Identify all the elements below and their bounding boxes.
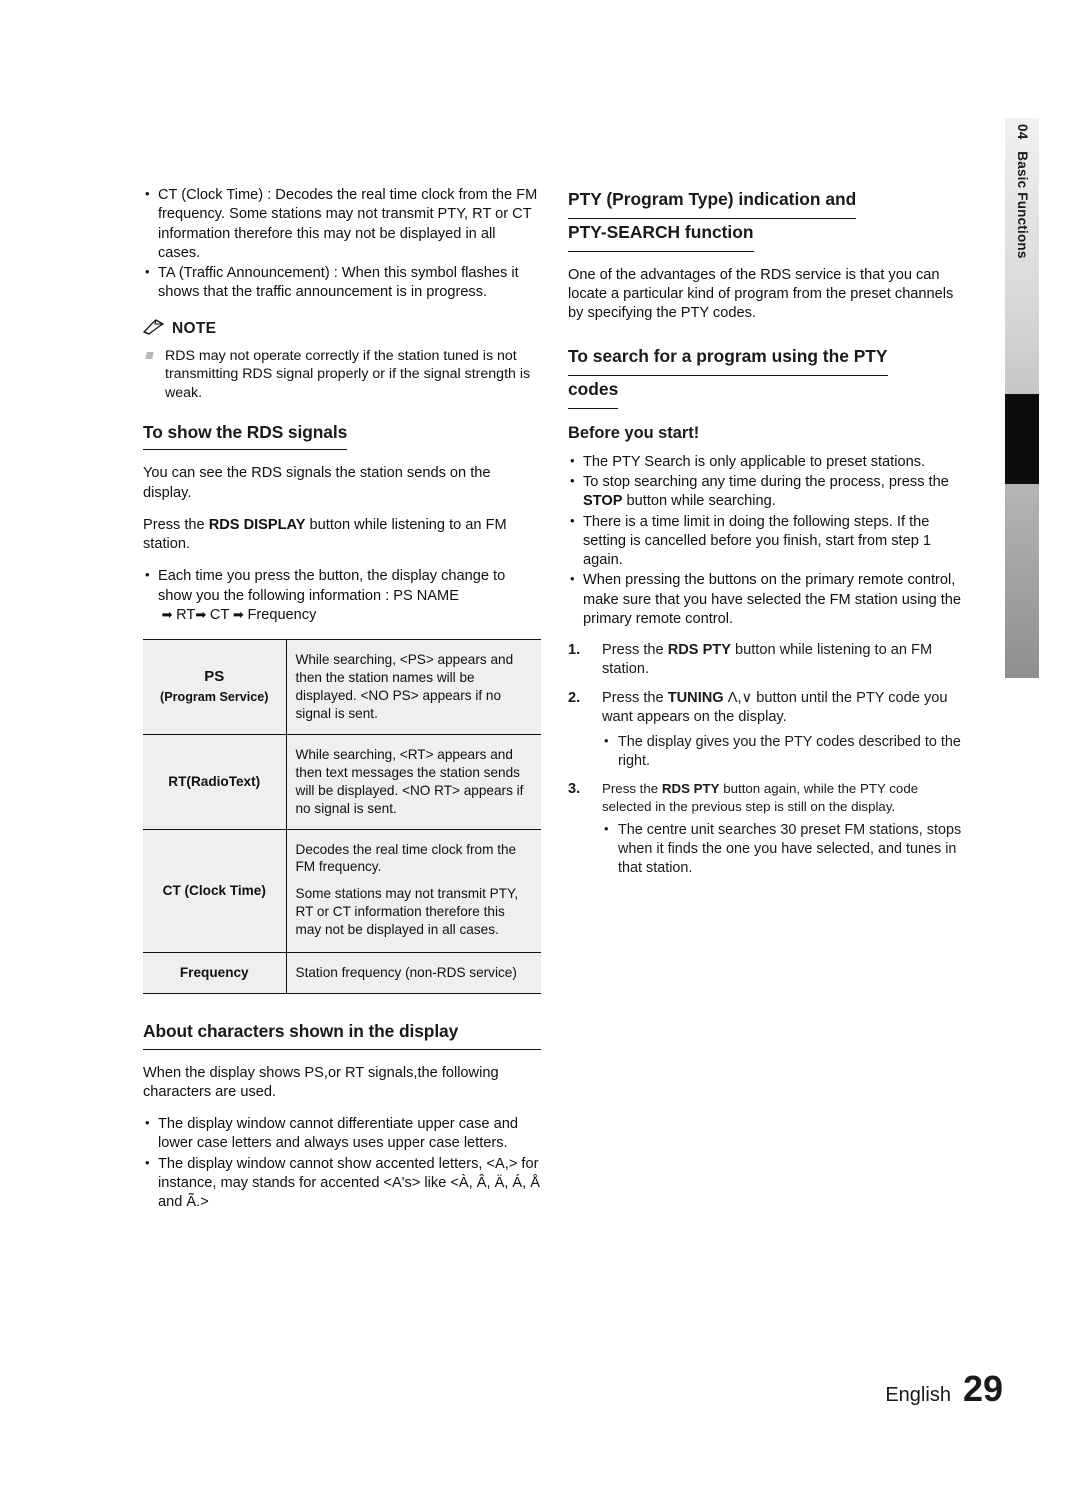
chapter-side-tab-marker [1005,394,1039,484]
text-pre: Press the [602,642,668,659]
table-cell-description: Station frequency (non-RDS service) [286,952,541,995]
list-item: When pressing the buttons on the primary… [568,570,966,629]
page-footer: English 29 [885,1365,1003,1413]
list-item: CT (Clock Time) : Decodes the real time … [143,185,541,263]
intro-bullet-list: CT (Clock Time) : Decodes the real time … [143,185,541,303]
arrow-icon: ➡ [195,606,210,622]
heading-before-you-start: Before you start! [568,424,700,443]
paragraph-rds-signals: You can see the RDS signals the station … [143,465,491,501]
list-item: The PTY Search is only applicable to pre… [568,452,966,472]
text-pre: Press the [602,781,662,797]
list-item: The display window cannot differentiate … [143,1114,541,1154]
description-line-2: Some stations may not transmit PTY, RT o… [295,886,519,938]
text-pre: Press the [602,689,668,706]
row-label-sub: (Program Service) [160,689,269,704]
heading-search-program: To search for a program using the PTY co… [568,343,966,410]
heading-search-line-1: To search for a program using the PTY [568,343,888,377]
table-row: RT(RadioText) While searching, <RT> appe… [143,733,541,830]
note-list: RDS may not operate correctly if the sta… [143,347,541,403]
chapter-label: Basic Functions [1015,151,1030,259]
rds-display-button-name: RDS DISPLAY [208,516,306,533]
characters-bullet-list: The display window cannot differentiate … [143,1114,541,1213]
chapter-number: 04 [1015,124,1030,140]
tuning-down-icon: ∨ [741,689,757,706]
paragraph-press-rds-display: Press the RDS DISPLAY button while liste… [143,516,541,555]
text-pre: Press the [143,516,209,533]
list-item: To stop searching any time during the pr… [568,472,966,512]
table-row: CT (Clock Time) Decodes the real time cl… [143,828,541,954]
list-item: RDS may not operate correctly if the sta… [143,347,541,403]
heading-pty-line-1: PTY (Program Type) indication and [568,186,857,219]
tuning-up-icon: Λ [723,689,738,706]
list-item: The centre unit searches 30 preset FM st… [602,820,966,878]
stop-button-name: STOP [583,493,623,510]
heading-about-characters: About characters shown in the display [143,1020,541,1050]
table-cell-label: PS (Program Service) [143,639,287,735]
bullet-text-ct: CT [209,606,230,623]
table-cell-label: Frequency [143,952,287,995]
heading-show-rds-signals: To show the RDS signals [143,421,347,451]
step-3-sub-list: The centre unit searches 30 preset FM st… [602,820,966,878]
note-label: NOTE [172,320,217,338]
chapter-side-tab-text: 04 Basic Functions [1005,120,1039,380]
table-cell-description: While searching, <RT> appears and then t… [286,733,541,830]
table-cell-label: RT(RadioText) [143,733,287,830]
heading-search-line-2: codes [568,376,619,410]
rds-pty-button-name: RDS PTY [667,642,731,659]
display-info-bullet-list: Each time you press the button, the disp… [143,566,541,625]
bullet-text-frequency: Frequency [247,606,317,623]
bullet-text: Each time you press the button, the disp… [158,568,506,604]
list-item: TA (Traffic Announcement) : When this sy… [143,263,541,303]
paragraph-characters: When the display shows PS,or RT signals,… [143,1064,499,1100]
pty-search-steps: Press the RDS PTY button while listening… [568,641,966,878]
list-item: Each time you press the button, the disp… [143,566,541,625]
paragraph-pty-intro: One of the advantages of the RDS service… [568,266,954,322]
step-2-sub-list: The display gives you the PTY codes desc… [602,732,966,771]
bullet-text-rt: RT [176,606,196,623]
table-row: Frequency Station frequency (non-RDS ser… [143,952,541,995]
list-item: The display window cannot show accented … [143,1154,541,1213]
tuning-button-name: TUNING [667,689,724,706]
note-pencil-icon [142,318,165,341]
text-post: button while searching. [622,493,776,510]
heading-pty-line-2: PTY-SEARCH function [568,219,754,252]
text-pre: To stop searching any time during the pr… [583,474,949,491]
arrow-icon: ➡ [229,606,248,622]
left-column: CT (Clock Time) : Decodes the real time … [142,185,541,1224]
footer-language: English [885,1384,951,1407]
before-start-bullet-list: The PTY Search is only applicable to pre… [568,452,966,629]
section-show-rds-wrap: To show the RDS signals [143,421,541,464]
list-item: The display gives you the PTY codes desc… [602,732,966,771]
row-label-main: PS [204,667,225,685]
step-item: Press the RDS PTY button while listening… [568,641,966,680]
footer-page-number: 29 [962,1368,1003,1410]
description-line-1: Decodes the real time clock from the FM … [295,841,517,875]
section-characters-wrap: About characters shown in the display [143,1020,541,1050]
table-cell-description: Decodes the real time clock from the FM … [286,828,541,954]
table-cell-label: CT (Clock Time) [143,828,287,954]
rds-pty-button-name: RDS PTY [661,781,720,797]
note-header: NOTE [142,318,541,341]
step-item: Press the TUNING Λ,∨ button until the PT… [568,689,966,772]
rds-signals-table: PS (Program Service) While searching, <P… [143,639,541,995]
table-cell-description: While searching, <PS> appears and then t… [286,639,541,735]
arrow-icon: ➡ [158,606,177,622]
heading-pty-indication: PTY (Program Type) indication and PTY-SE… [568,186,966,252]
table-row: PS (Program Service) While searching, <P… [143,639,541,735]
step-item: Press the RDS PTY button again, while th… [568,780,966,878]
list-item: There is a time limit in doing the follo… [568,512,966,571]
right-column: PTY (Program Type) indication and PTY-SE… [568,186,966,887]
